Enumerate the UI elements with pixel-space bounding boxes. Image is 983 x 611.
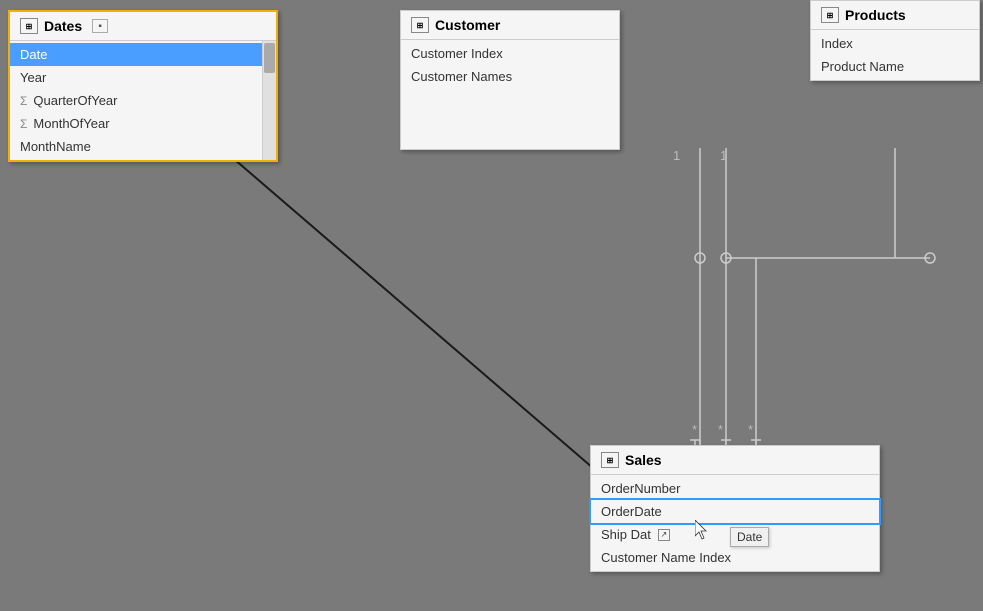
customer-table-header: ⊞ Customer [401, 11, 619, 40]
rel-label-star-1: * [692, 422, 697, 437]
table-icon-dates: ⊞ [20, 18, 38, 34]
customer-index-label: Customer Index [411, 46, 503, 61]
sales-table-body: OrderNumber OrderDate Ship Dat ↗ Custome… [591, 475, 879, 571]
dates-row-year[interactable]: Year [10, 66, 276, 89]
customer-row-names[interactable]: Customer Names [401, 65, 619, 88]
dates-monthname-label: MonthName [20, 139, 91, 154]
table-icon-sales: ⊞ [601, 452, 619, 468]
dates-table-header: ⊞ Dates ▪ [10, 12, 276, 41]
dates-collapse-icon[interactable]: ▪ [92, 19, 108, 33]
sales-ordernumber-label: OrderNumber [601, 481, 680, 496]
customer-table: ⊞ Customer Customer Index Customer Names [400, 10, 620, 150]
rel-label-1-top: 1 [673, 148, 680, 163]
products-table-body: Index Product Name [811, 30, 979, 80]
sales-table: ⊞ Sales OrderNumber OrderDate Ship Dat ↗… [590, 445, 880, 572]
dates-date-label: Date [20, 47, 47, 62]
dates-table-body: Date Year Σ QuarterOfYear Σ MonthOfYear … [10, 41, 276, 160]
dates-scrollbar[interactable] [262, 41, 276, 160]
table-icon-customer: ⊞ [411, 17, 429, 33]
rel-label-1-bottom: 1 [720, 148, 727, 163]
dates-quarterofyear-label: QuarterOfYear [33, 93, 117, 108]
sales-customernameindex-label: Customer Name Index [601, 550, 731, 565]
dates-year-label: Year [20, 70, 46, 85]
dates-row-monthofyear[interactable]: Σ MonthOfYear [10, 112, 276, 135]
sales-row-ordernumber[interactable]: OrderNumber [591, 477, 879, 500]
products-name-label: Product Name [821, 59, 904, 74]
customer-row-index[interactable]: Customer Index [401, 42, 619, 65]
products-index-label: Index [821, 36, 853, 51]
products-row-index[interactable]: Index [811, 32, 979, 55]
dates-row-date[interactable]: Date [10, 43, 276, 66]
sales-table-header: ⊞ Sales [591, 446, 879, 475]
dates-table-title: Dates [44, 18, 82, 34]
dates-row-monthname[interactable]: MonthName [10, 135, 276, 158]
external-link-icon[interactable]: ↗ [658, 529, 670, 541]
products-row-name[interactable]: Product Name [811, 55, 979, 78]
table-icon-products: ⊞ [821, 7, 839, 23]
products-table-title: Products [845, 7, 906, 23]
dates-scroll-thumb [264, 43, 275, 73]
sales-row-customernameindex[interactable]: Customer Name Index [591, 546, 879, 569]
sales-row-shipdate[interactable]: Ship Dat ↗ [591, 523, 879, 546]
dates-monthofyear-label: MonthOfYear [33, 116, 109, 131]
rel-label-star-3: * [748, 422, 753, 437]
customer-names-label: Customer Names [411, 69, 512, 84]
sales-row-orderdate[interactable]: OrderDate [591, 500, 879, 523]
sigma-icon-2: Σ [20, 117, 27, 131]
dates-table: ⊞ Dates ▪ Date Year Σ QuarterOfYear Σ Mo… [8, 10, 278, 162]
customer-table-title: Customer [435, 17, 500, 33]
products-table-header: ⊞ Products [811, 1, 979, 30]
sigma-icon-1: Σ [20, 94, 27, 108]
sales-orderdate-label: OrderDate [601, 504, 662, 519]
dates-row-quarterofyear[interactable]: Σ QuarterOfYear [10, 89, 276, 112]
sales-shipdate-label: Ship Dat [601, 527, 651, 542]
sales-table-title: Sales [625, 452, 662, 468]
products-table: ⊞ Products Index Product Name [810, 0, 980, 81]
rel-label-star-2: * [718, 422, 723, 437]
customer-table-body: Customer Index Customer Names [401, 40, 619, 90]
